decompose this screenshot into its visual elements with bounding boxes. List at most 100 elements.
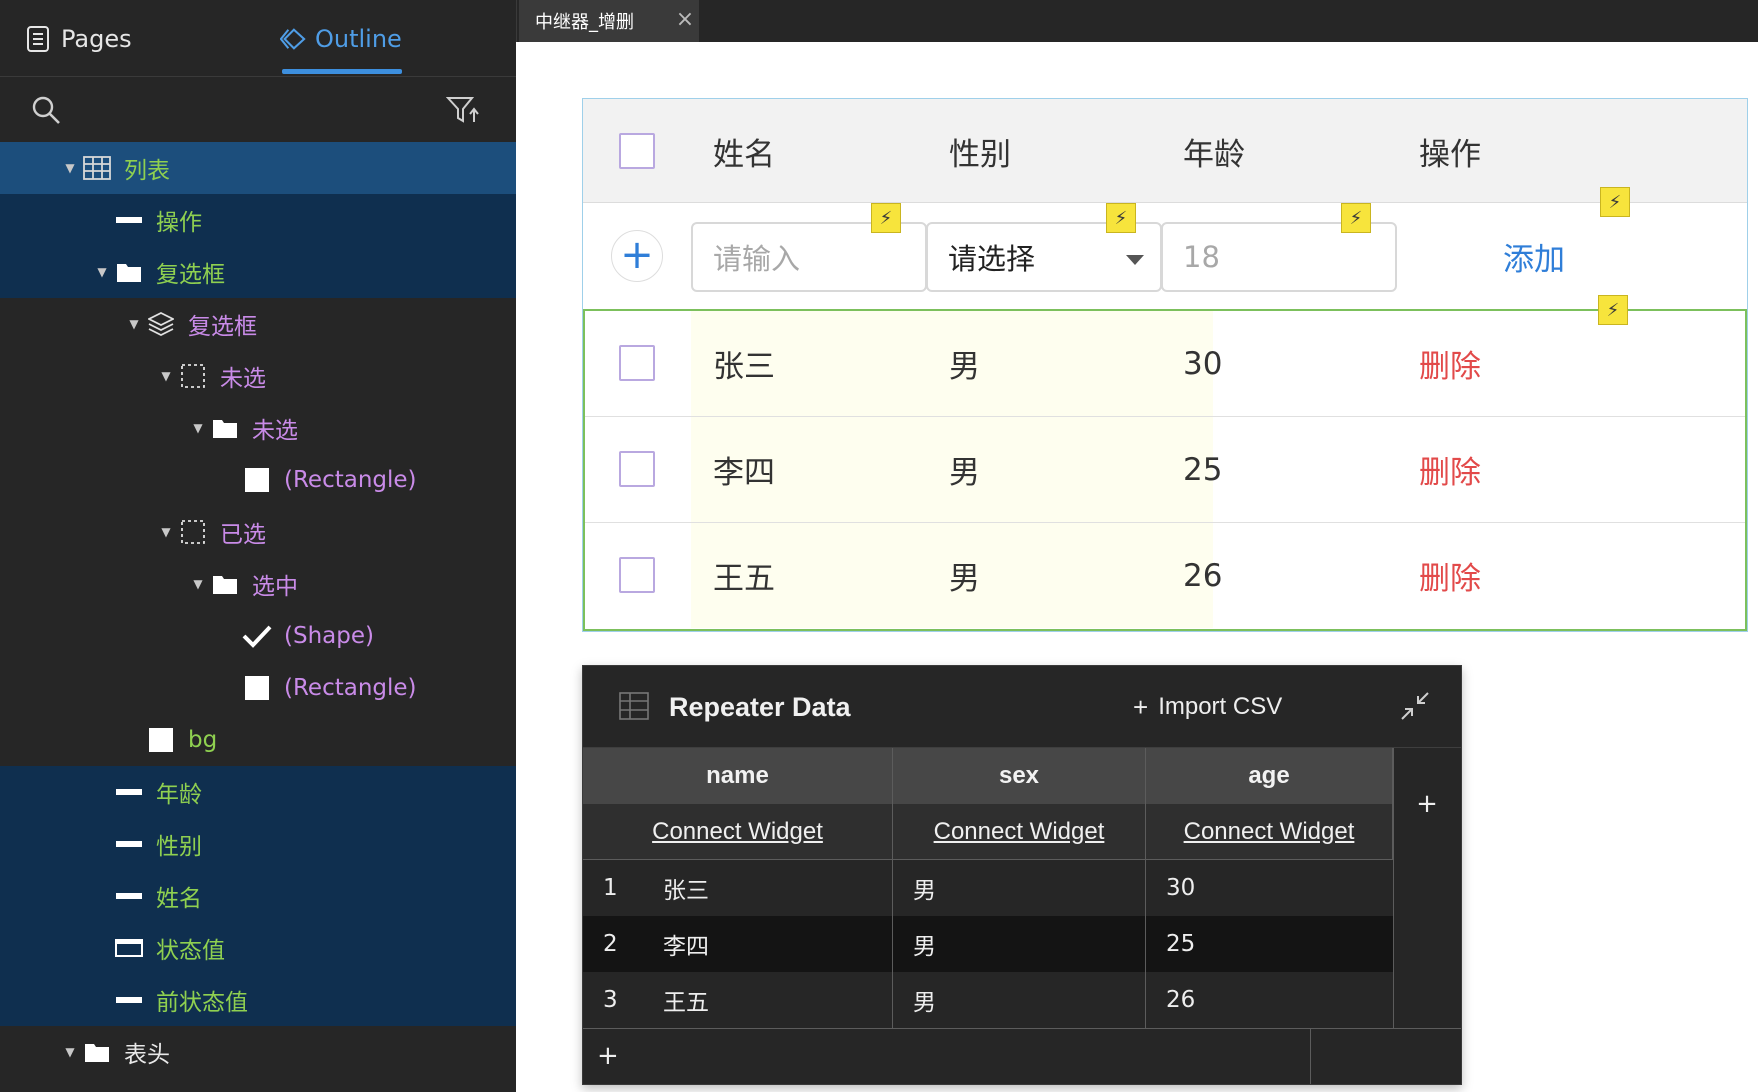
active-tab-indicator bbox=[282, 69, 402, 74]
tree-item[interactable]: (Rectangle) bbox=[0, 662, 516, 714]
caret-down-icon[interactable]: ▼ bbox=[190, 421, 206, 435]
caret-down-icon[interactable]: ▼ bbox=[190, 577, 206, 591]
folder-icon bbox=[82, 1037, 112, 1067]
connect-widget-link[interactable]: Connect Widget bbox=[1146, 804, 1393, 860]
tree-item[interactable]: ▼ 未选 bbox=[0, 350, 516, 402]
tree-item[interactable]: ▼ 已选 bbox=[0, 506, 516, 558]
age-input-value: 18 bbox=[1183, 240, 1220, 274]
caret-down-icon[interactable]: ▼ bbox=[126, 317, 142, 331]
caret-down-icon[interactable]: ▼ bbox=[62, 161, 78, 175]
add-data-row-button[interactable]: + bbox=[583, 1028, 1461, 1084]
collapse-icon[interactable] bbox=[1399, 690, 1431, 722]
data-row[interactable]: 2 李四 男 25 bbox=[583, 916, 1393, 972]
tree-item[interactable]: (Shape) bbox=[0, 610, 516, 662]
tree-item[interactable]: 状态值 bbox=[0, 922, 516, 974]
select-all-checkbox[interactable] bbox=[619, 133, 655, 169]
repeater-widget[interactable]: 姓名 性别 年龄 操作 + 请输入 ⚡ 请选择 ⚡ 18 ⚡ 添加 ⚡ ⚡ 张三… bbox=[582, 98, 1748, 632]
caret-down-icon[interactable]: ▼ bbox=[158, 369, 174, 383]
repeater-rows[interactable]: ⚡ 张三男 30 删除 李四男 25 删除 王五男 26 删除 bbox=[583, 295, 1747, 631]
outline-icon bbox=[280, 27, 306, 50]
rectangle-icon bbox=[242, 673, 272, 703]
cell-age[interactable]: 25 bbox=[1166, 916, 1195, 972]
row-checkbox[interactable] bbox=[619, 345, 655, 381]
add-link[interactable]: 添加 bbox=[1503, 203, 1565, 309]
tree-item-label: 状态值 bbox=[156, 938, 225, 964]
cell-sex[interactable]: 男 bbox=[913, 860, 936, 916]
tree-item[interactable]: 前状态值 bbox=[0, 974, 516, 1026]
text-field-icon bbox=[114, 205, 144, 235]
cell-sex[interactable]: 男 bbox=[913, 972, 936, 1028]
header-age: 年龄 bbox=[1183, 136, 1245, 173]
cell-name[interactable]: 王五 bbox=[663, 972, 709, 1028]
caret-down-icon[interactable]: ▼ bbox=[158, 525, 174, 539]
delete-link[interactable]: 删除 bbox=[1419, 417, 1481, 522]
design-canvas: 姓名 性别 年龄 操作 + 请输入 ⚡ 请选择 ⚡ 18 ⚡ 添加 ⚡ ⚡ 张三… bbox=[516, 42, 1758, 1092]
table-row: 张三 男 30 删除 bbox=[585, 311, 1745, 417]
cell-age[interactable]: 26 bbox=[1166, 972, 1195, 1028]
layers-icon bbox=[146, 309, 176, 339]
cell-sex: 男 bbox=[949, 349, 980, 385]
tree-item[interactable]: 性别 bbox=[0, 818, 516, 870]
tree-item[interactable]: ▼ 列表 bbox=[0, 142, 516, 194]
tree-item-label: (Rectangle) bbox=[284, 467, 417, 493]
tree-item[interactable]: bg bbox=[0, 714, 516, 766]
delete-link[interactable]: 删除 bbox=[1419, 311, 1481, 416]
interaction-bolt-icon[interactable]: ⚡ bbox=[1106, 203, 1136, 233]
tree-item[interactable]: ▼ 表头 bbox=[0, 1026, 516, 1078]
folder-icon bbox=[114, 257, 144, 287]
caret-down-icon[interactable]: ▼ bbox=[94, 265, 110, 279]
connect-widget-link[interactable]: Connect Widget bbox=[893, 804, 1146, 860]
plus-icon: + bbox=[597, 1041, 619, 1071]
text-field-icon bbox=[114, 881, 144, 911]
search-icon[interactable] bbox=[30, 94, 62, 126]
add-circle-button[interactable]: + bbox=[611, 230, 663, 282]
column-header[interactable]: age bbox=[1146, 748, 1393, 804]
repeater-data-panel: Repeater Data + Import CSV name Connect W… bbox=[582, 665, 1462, 1085]
header-action: 操作 bbox=[1419, 136, 1481, 173]
delete-link[interactable]: 删除 bbox=[1419, 523, 1481, 628]
tree-item-label: (Rectangle) bbox=[284, 675, 417, 701]
tree-item-label: 性别 bbox=[156, 834, 202, 860]
column-header[interactable]: name bbox=[583, 748, 893, 804]
interaction-bolt-icon[interactable]: ⚡ bbox=[871, 203, 901, 233]
cell-name[interactable]: 张三 bbox=[663, 860, 709, 916]
cell-sex[interactable]: 男 bbox=[913, 916, 936, 972]
row-checkbox[interactable] bbox=[619, 451, 655, 487]
cell-age: 26 bbox=[1183, 557, 1223, 594]
tab-outline[interactable]: Outline bbox=[280, 0, 402, 77]
cell-name: 李四 bbox=[713, 455, 775, 491]
tree-item-label: 表头 bbox=[124, 1042, 170, 1068]
tab-pages[interactable]: Pages bbox=[26, 0, 132, 77]
import-csv-label: Import CSV bbox=[1158, 693, 1283, 720]
tree-item[interactable]: ▼ 未选 bbox=[0, 402, 516, 454]
close-icon[interactable]: × bbox=[673, 8, 697, 32]
cell-name[interactable]: 李四 bbox=[663, 916, 709, 972]
filter-icon[interactable] bbox=[446, 94, 480, 126]
tree-item-label: 姓名 bbox=[156, 886, 202, 912]
tree-item[interactable]: 年龄 bbox=[0, 766, 516, 818]
data-row[interactable]: 1 张三 男 30 bbox=[583, 860, 1393, 916]
connect-widget-link[interactable]: Connect Widget bbox=[583, 804, 893, 860]
tree-item[interactable]: ▼ 选中 bbox=[0, 558, 516, 610]
tree-item-label: 未选 bbox=[220, 366, 266, 392]
tree-item[interactable]: 操作 bbox=[0, 194, 516, 246]
tab-pages-label: Pages bbox=[61, 24, 132, 53]
interaction-bolt-icon[interactable]: ⚡ bbox=[1341, 203, 1371, 233]
repeater-data-header: Repeater Data + Import CSV bbox=[583, 666, 1461, 748]
caret-down-icon[interactable]: ▼ bbox=[62, 1045, 78, 1059]
tree-item[interactable]: ▼ 复选框 bbox=[0, 298, 516, 350]
column-header[interactable]: sex bbox=[893, 748, 1146, 804]
interaction-bolt-icon[interactable]: ⚡ bbox=[1600, 187, 1630, 217]
import-csv-button[interactable]: + Import CSV bbox=[1133, 666, 1282, 748]
tree-item[interactable]: (Rectangle) bbox=[0, 454, 516, 506]
data-row[interactable]: 3 王五 男 26 bbox=[583, 972, 1393, 1028]
cell-age: 30 bbox=[1183, 345, 1223, 382]
add-column-button[interactable]: + bbox=[1393, 748, 1461, 860]
document-tab[interactable]: 中继器_增删 × bbox=[519, 0, 699, 42]
cell-age[interactable]: 30 bbox=[1166, 860, 1195, 916]
divider bbox=[1145, 860, 1146, 1028]
row-checkbox[interactable] bbox=[619, 557, 655, 593]
tree-item[interactable]: ▼ 复选框 bbox=[0, 246, 516, 298]
table-header-row: 姓名 性别 年龄 操作 bbox=[583, 99, 1747, 203]
tree-item[interactable]: 姓名 bbox=[0, 870, 516, 922]
